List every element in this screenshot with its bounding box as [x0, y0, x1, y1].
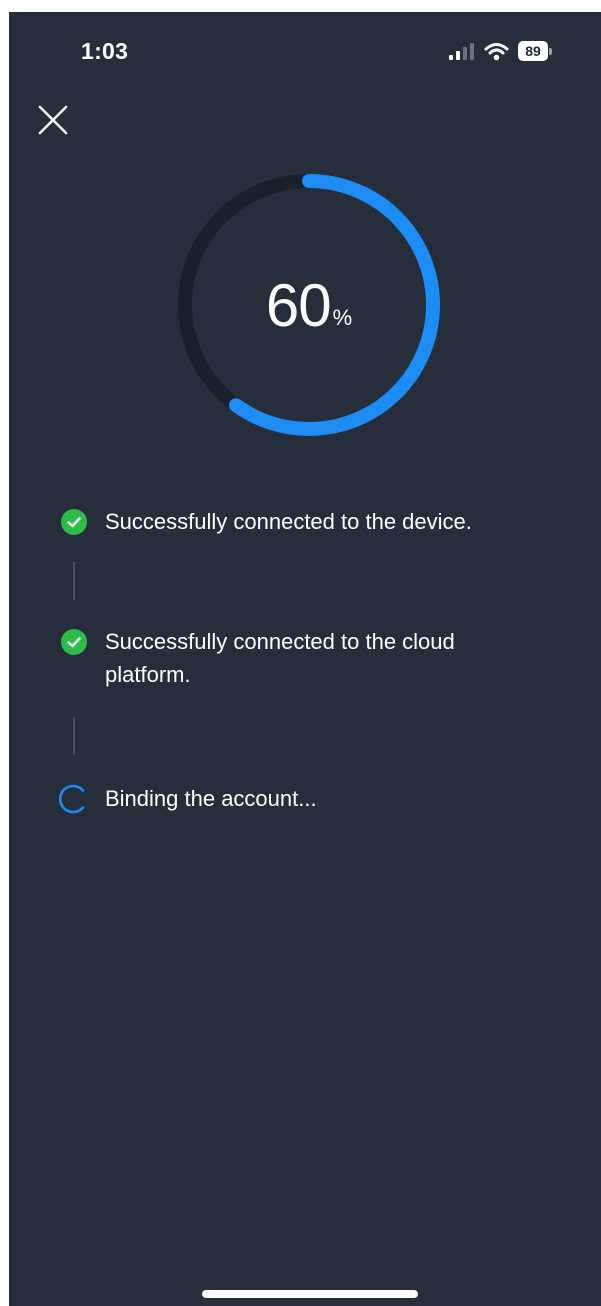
battery-icon: 89 [518, 41, 552, 61]
step-label: Binding the account... [105, 786, 317, 811]
home-indicator[interactable] [202, 1290, 418, 1298]
progress-unit: % [332, 305, 353, 330]
status-icons: 89 [449, 40, 552, 62]
step-connector [73, 717, 75, 755]
step-cloud-connected: Successfully connected to the cloud plat… [59, 627, 465, 691]
battery-level: 89 [518, 41, 548, 61]
check-circle-icon [61, 629, 87, 655]
step-connector [73, 562, 75, 600]
spinner-icon [59, 784, 85, 814]
signal-icon [449, 43, 474, 60]
check-circle-icon [61, 509, 87, 535]
close-icon [38, 105, 68, 135]
step-label: Successfully connected to the cloud plat… [105, 629, 455, 687]
device-binding-screen: 1:03 89 60 % Successfully connected to t… [9, 12, 601, 1306]
step-device-connected: Successfully connected to the device. [59, 507, 472, 538]
step-binding-account: Binding the account... [59, 784, 317, 815]
status-time: 1:03 [81, 38, 129, 64]
wifi-icon [484, 42, 509, 60]
progress-percentage: 60 [265, 271, 332, 339]
step-label: Successfully connected to the device. [105, 509, 472, 534]
close-button[interactable] [37, 104, 69, 136]
progress-label: 60 % [174, 170, 444, 440]
